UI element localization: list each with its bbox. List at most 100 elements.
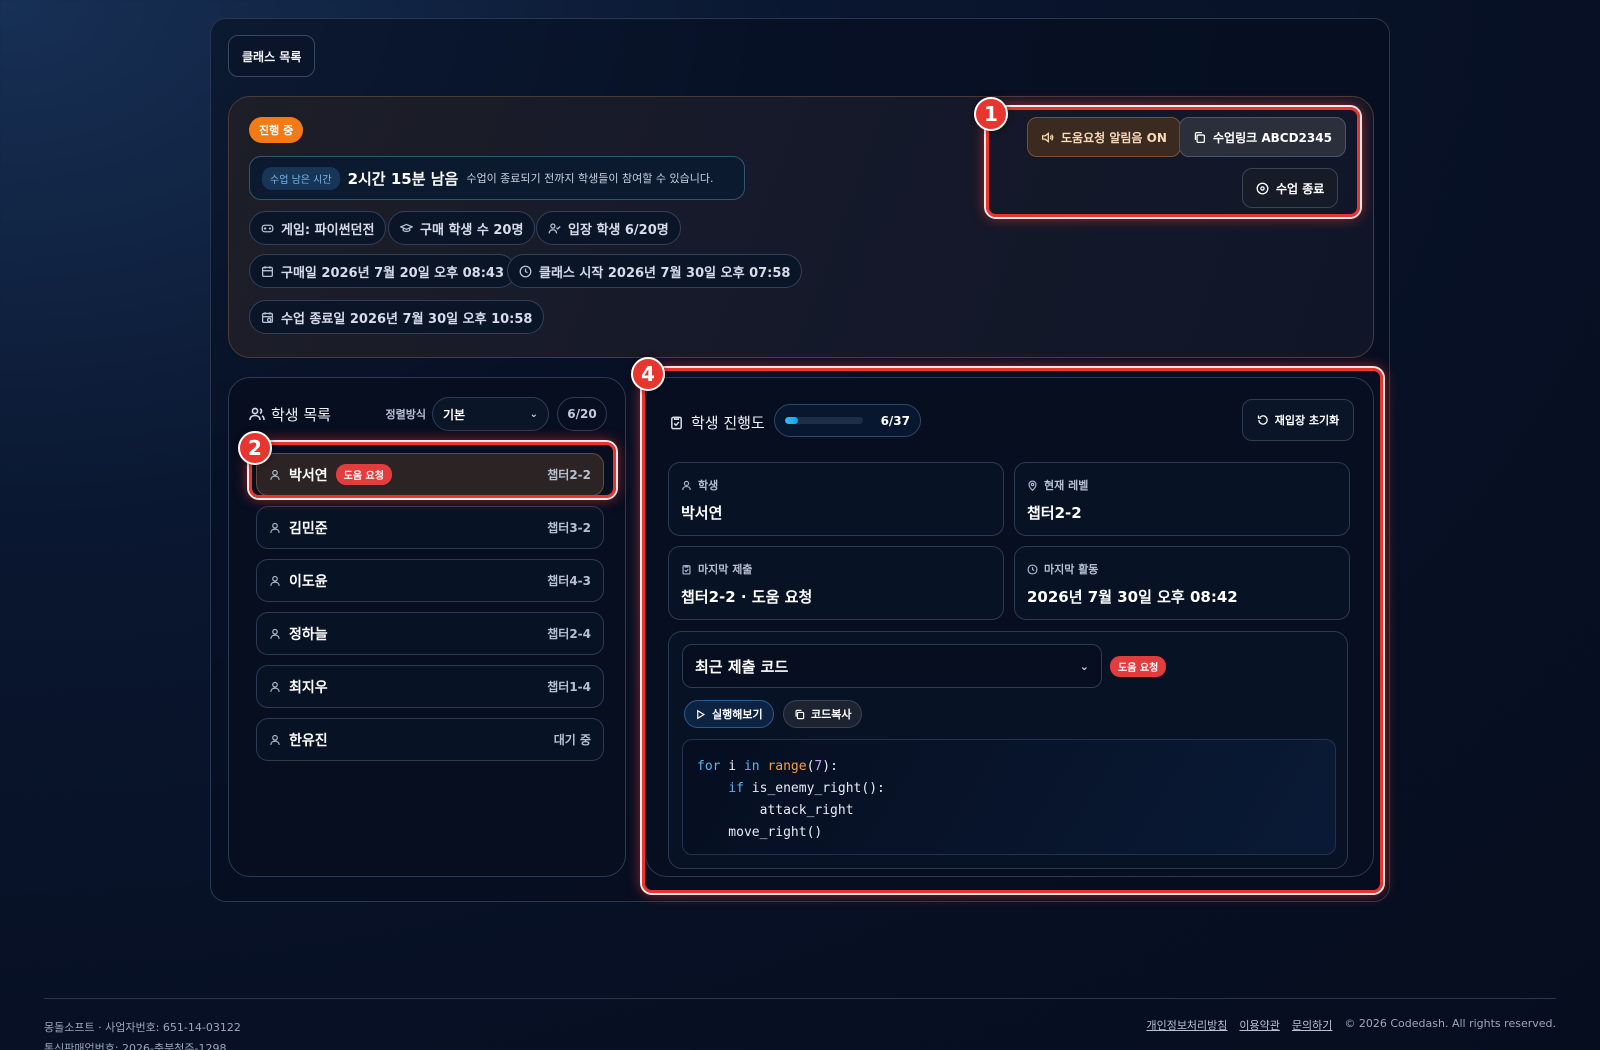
time-description: 수업이 종료되기 전까지 학생들이 참여할 수 있습니다.: [466, 172, 714, 185]
run-code-button[interactable]: 실행해보기: [684, 700, 774, 728]
run-code-label: 실행해보기: [712, 708, 763, 721]
progress-track: [785, 417, 863, 424]
calendar-clock-icon: [261, 311, 274, 323]
end-class-label: 수업 종료: [1276, 181, 1325, 196]
student-level: 대기 중: [553, 733, 591, 747]
status-badge: 진행 중: [249, 117, 304, 143]
privacy-policy-link[interactable]: 개인정보처리방침: [1146, 1017, 1227, 1033]
student-level: 챕터2-2: [547, 468, 591, 482]
users-icon: [249, 407, 265, 421]
buyers-chip: 구매 학생 수 20명: [388, 211, 536, 245]
footer-mail-order: 통신판매업번호: 2026-충북청주-1298: [44, 1042, 227, 1050]
progress-count: 6/37: [880, 413, 910, 428]
sort-select-value: 기본: [443, 407, 466, 422]
last-submit-card: 마지막 제출 챕터2-2 · 도움 요청: [668, 546, 1004, 620]
sort-select[interactable]: 기본 ⌄: [432, 397, 549, 431]
student-level: 챕터4-3: [547, 574, 591, 588]
clipboard-check-icon: [682, 564, 691, 575]
last-activity-info-label: 마지막 활동: [1027, 561, 1337, 577]
last-submit-value: 챕터2-2 · 도움 요청: [681, 588, 813, 606]
student-level: 챕터1-4: [547, 680, 591, 694]
student-name: 최지우: [289, 679, 328, 696]
copy-icon: [1194, 131, 1206, 143]
student-name: 한유진: [289, 732, 328, 749]
contact-link[interactable]: 문의하기: [1292, 1017, 1332, 1033]
annotation-badge-4: 4: [631, 357, 665, 391]
clipboard-check-icon: [671, 416, 682, 430]
time-remaining: 2시간 15분 남음: [347, 169, 459, 188]
time-remaining-box: 수업 남은 시간 2시간 15분 남음 수업이 종료되기 전까지 학생들이 참여…: [249, 156, 745, 200]
user-icon: [270, 734, 280, 745]
calendar-icon: [261, 265, 274, 277]
sort-label: 정렬방식: [385, 408, 426, 421]
last-submit-label-text: 마지막 제출: [698, 563, 753, 576]
clock-icon: [519, 265, 532, 277]
student-info-card: 학생 박서연: [668, 462, 1004, 536]
student-list-panel: 학생 목록 정렬방식 기본 ⌄ 6/20 박서연 도움 요청 챕터2-2 김민준…: [228, 377, 626, 877]
student-name: 박서연: [289, 467, 328, 484]
class-start-label: 클래스 시작 2026년 7월 30일 오후 07:58: [539, 265, 791, 281]
class-end-label: 수업 종료일 2026년 7월 30일 오후 10:58: [281, 311, 533, 327]
copy-code-button[interactable]: 코드복사: [783, 700, 863, 728]
student-list-header: 학생 목록 정렬방식 기본 ⌄ 6/20: [249, 397, 607, 431]
footer-links: 개인정보처리방침 이용약관 문의하기 © 2026 Codedash. All …: [1146, 1017, 1556, 1033]
class-end-chip: 수업 종료일 2026년 7월 30일 오후 10:58: [249, 300, 545, 334]
footer-company-info: 몽돌소프트 · 사업자번호: 651-14-03122 통신판매업번호: 202…: [44, 1017, 241, 1050]
user-icon: [270, 469, 280, 480]
dashboard-frame: 클래스 목록 진행 중 수업 남은 시간 2시간 15분 남음 수업이 종료되기…: [210, 18, 1390, 902]
progress-bar: 6/37: [774, 404, 921, 437]
student-item[interactable]: 정하늘 챕터2-4: [256, 612, 604, 655]
rotate-ccw-icon: [1257, 415, 1268, 425]
recent-code-select[interactable]: 최근 제출 코드 ⌄: [682, 644, 1102, 688]
student-progress-panel: 학생 진행도 6/37 재입장 초기화 학생 박서연 현재 레벨 챕터2-2 마…: [645, 377, 1374, 877]
entered-chip: 입장 학생 6/20명: [536, 211, 681, 245]
reset-reentry-button[interactable]: 재입장 초기화: [1242, 399, 1354, 441]
terms-link[interactable]: 이용약관: [1239, 1017, 1279, 1033]
student-info-label: 학생: [681, 477, 991, 493]
level-value: 챕터2-2: [1027, 504, 1082, 522]
buyers-chip-label: 구매 학생 수 20명: [420, 222, 524, 238]
student-item[interactable]: 최지우 챕터1-4: [256, 665, 604, 708]
student-name: 정하늘: [289, 626, 328, 643]
student-name: 김민준: [289, 520, 328, 537]
end-class-button[interactable]: 수업 종료: [1242, 168, 1339, 208]
help-request-badge: 도움 요청: [1110, 656, 1167, 677]
class-link-copy-button[interactable]: 수업링크 ABCD2345: [1179, 117, 1346, 157]
student-count: 6/20: [557, 397, 607, 431]
student-level: 챕터2-4: [547, 627, 591, 641]
recent-code-select-label: 최근 제출 코드: [695, 657, 789, 676]
student-item[interactable]: 박서연 도움 요청 챕터2-2: [256, 453, 604, 496]
chevron-down-icon: ⌄: [1079, 659, 1089, 673]
last-activity-value: 2026년 7월 30일 오후 08:42: [1027, 588, 1238, 606]
student-list-title: 학생 목록: [249, 404, 331, 425]
gamepad-icon: [261, 224, 274, 232]
student-item[interactable]: 이도윤 챕터4-3: [256, 559, 604, 602]
student-item[interactable]: 한유진 대기 중: [256, 718, 604, 761]
student-value: 박서연: [681, 504, 723, 522]
class-list-button[interactable]: 클래스 목록: [228, 35, 316, 77]
user-icon: [270, 522, 280, 533]
last-activity-card: 마지막 활동 2026년 7월 30일 오후 08:42: [1014, 546, 1350, 620]
recent-code-card: 최근 제출 코드 ⌄ 도움 요청 실행해보기 코드복사 for i in ran…: [668, 631, 1348, 869]
progress-fill: [785, 417, 798, 424]
copy-code-label: 코드복사: [811, 708, 852, 721]
game-chip: 게임: 파이썬던전: [249, 211, 387, 245]
level-label-text: 현재 레벨: [1044, 479, 1089, 492]
chevron-down-icon: ⌄: [529, 408, 538, 420]
reset-reentry-label: 재입장 초기화: [1274, 414, 1340, 427]
last-activity-label-text: 마지막 활동: [1044, 563, 1099, 576]
purchase-date-label: 구매일 2026년 7월 20일 오후 08:43: [281, 265, 505, 281]
student-level: 챕터3-2: [547, 521, 591, 535]
annotation-badge-1: 1: [974, 97, 1008, 131]
student-item[interactable]: 김민준 챕터3-2: [256, 506, 604, 549]
time-tag: 수업 남은 시간: [262, 166, 340, 190]
progress-title-text: 학생 진행도: [691, 414, 765, 432]
student-label-text: 학생: [698, 479, 719, 492]
code-block: for i in range(7): if is_enemy_right(): …: [682, 739, 1336, 855]
level-info-label: 현재 레벨: [1027, 477, 1337, 493]
play-icon: [697, 709, 706, 719]
user-check-icon: [548, 222, 561, 233]
copy-icon: [795, 709, 805, 719]
footer-company: 몽돌소프트 · 사업자번호: 651-14-03122: [44, 1021, 241, 1034]
help-alarm-toggle[interactable]: 도움요청 알림음 ON: [1027, 117, 1181, 157]
